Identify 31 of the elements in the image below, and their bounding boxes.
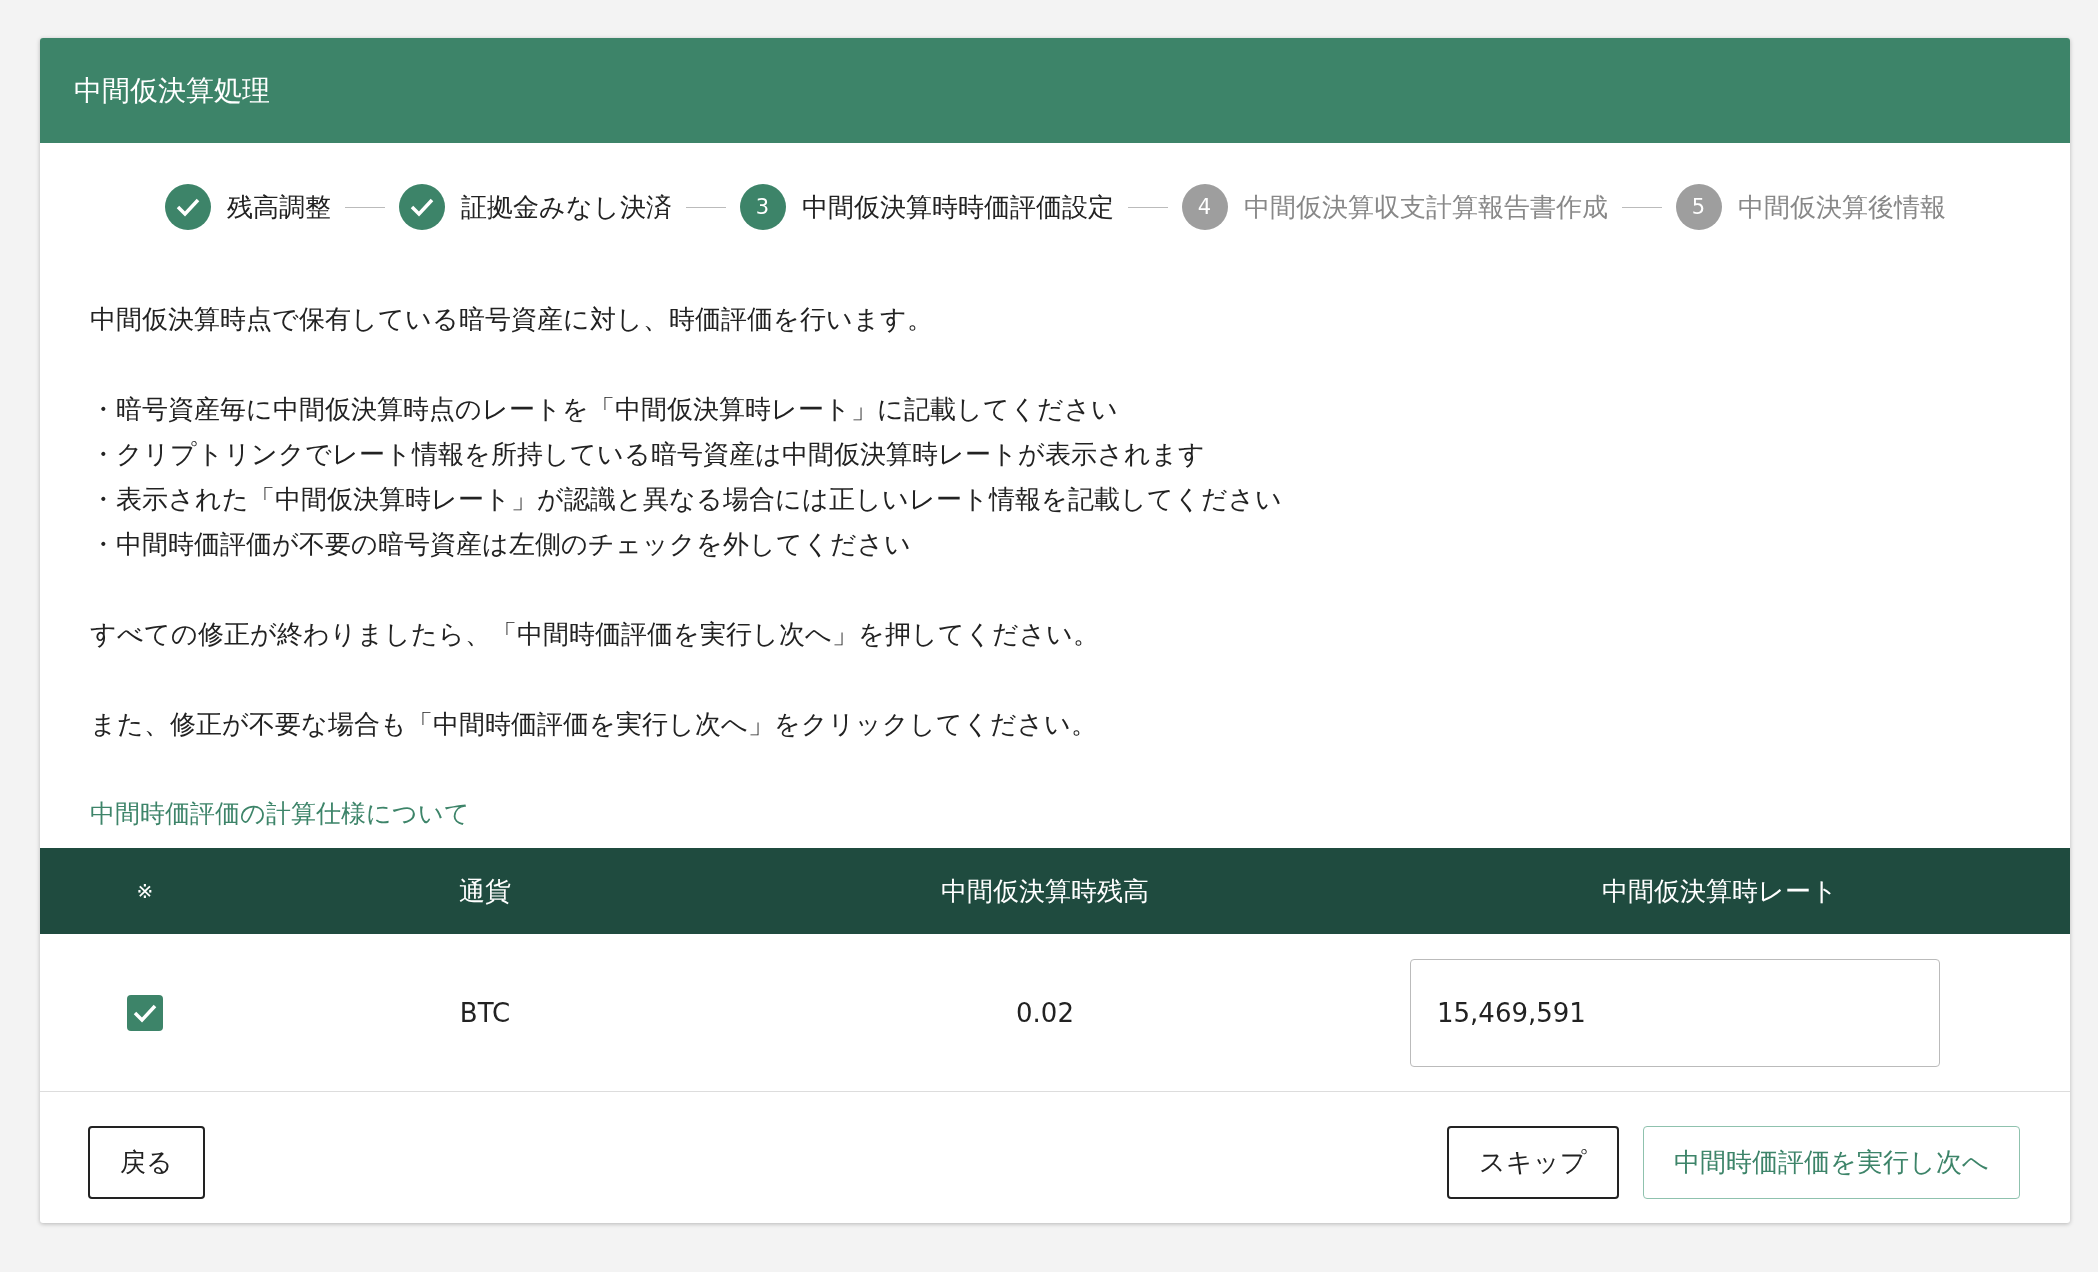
step-label: 証拠金みなし決済 <box>460 190 672 224</box>
column-header: 通貨 <box>459 874 511 908</box>
instruction-item: ・表示された「中間仮決算時レート」が認識と異なる場合には正しいレート情報を記載してください <box>90 483 1283 516</box>
note-text: また、修正が不要な場合も「中間時価評価を実行し次へ」をクリックしてください。 <box>90 708 1098 741</box>
back-button[interactable]: 戻る <box>88 1126 205 1199</box>
instruction-item: ・中間時価評価が不要の暗号資産は左側のチェックを外してください <box>90 528 912 561</box>
instruction-item: ・クリプトリンクでレート情報を所持している暗号資産は中間仮決算時レートが表示されます <box>90 438 1206 471</box>
step-number-badge: 3 <box>739 184 786 230</box>
column-header: 中間仮決算時残高 <box>941 874 1149 908</box>
skip-button[interactable]: スキップ <box>1447 1126 1619 1199</box>
column-header: 中間仮決算時レート <box>1602 874 1838 908</box>
rate-input-field[interactable]: 15,469,591 <box>1410 958 1940 1067</box>
step-label: 中間仮決算収支計算報告書作成 <box>1243 190 1608 224</box>
column-header: ※ <box>136 879 154 903</box>
row-checkbox[interactable] <box>127 994 163 1031</box>
check-icon <box>408 197 435 217</box>
step-number-badge: 4 <box>1181 184 1228 230</box>
instruction-item: ・暗号資産毎に中間仮決算時点のレートを「中間仮決算時レート」に記載してください <box>90 393 1119 426</box>
step-label: 残高調整 <box>226 190 331 224</box>
spec-link[interactable]: 中間時価評価の計算仕様について <box>90 797 470 830</box>
table-cell: 0.02 <box>1016 997 1074 1028</box>
check-icon <box>174 197 201 217</box>
step-label: 中間仮決算後情報 <box>1737 190 1946 224</box>
step-number-badge: 5 <box>1675 184 1722 230</box>
next-button[interactable]: 中間時価評価を実行し次へ <box>1643 1126 2020 1199</box>
note-text: すべての修正が終わりましたら、「中間時価評価を実行し次へ」を押してください。 <box>90 618 1100 651</box>
page-title: 中間仮決算処理 <box>74 72 270 109</box>
table-cell: BTC <box>459 997 511 1028</box>
step-label: 中間仮決算時時価評価設定 <box>801 190 1114 224</box>
check-icon <box>132 1002 158 1023</box>
intro-text: 中間仮決算時点で保有している暗号資産に対し、時価評価を行います。 <box>90 303 934 336</box>
